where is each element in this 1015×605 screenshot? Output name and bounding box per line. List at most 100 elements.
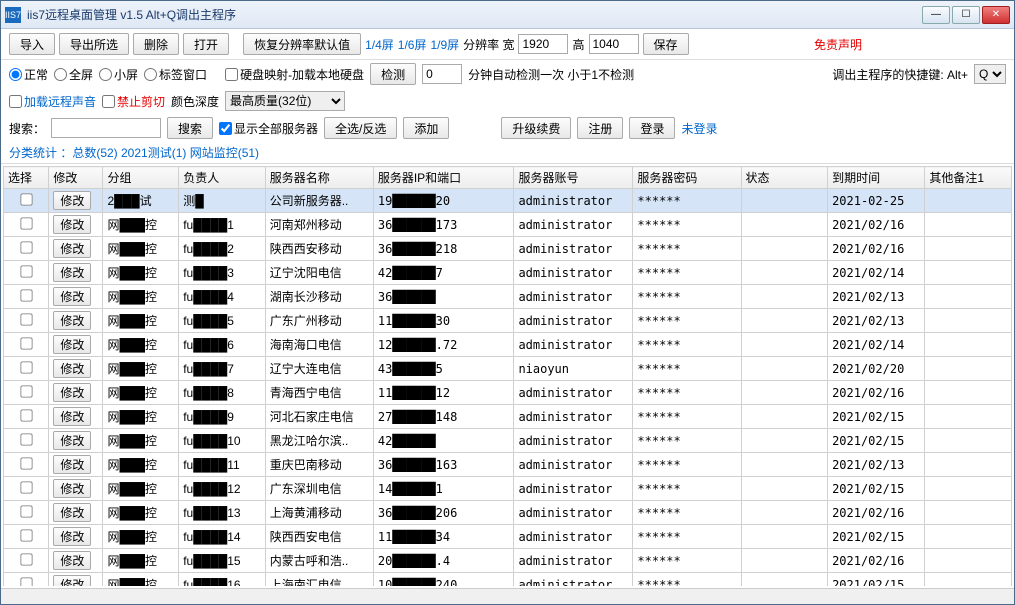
row-select-checkbox[interactable]: [20, 433, 32, 445]
minimize-button[interactable]: —: [922, 6, 950, 24]
modify-button[interactable]: 修改: [53, 287, 91, 306]
table-row[interactable]: 修改2███试测█公司新服务器..19██████20administrator…: [4, 189, 1012, 213]
modify-button[interactable]: 修改: [53, 575, 91, 586]
row-select-checkbox[interactable]: [20, 577, 32, 586]
table-row[interactable]: 修改网███控fu████2陕西西安移动36██████218administr…: [4, 237, 1012, 261]
modify-button[interactable]: 修改: [53, 191, 91, 210]
modify-button[interactable]: 修改: [53, 359, 91, 378]
radio-tabwindow[interactable]: 标签窗口: [144, 66, 207, 83]
detect-button[interactable]: 检测: [370, 63, 416, 85]
save-button[interactable]: 保存: [643, 33, 689, 55]
quarter-screen-link[interactable]: 1/4屏: [365, 36, 394, 53]
table-row[interactable]: 修改网███控fu████6海南海口电信12██████.72administr…: [4, 333, 1012, 357]
radio-small[interactable]: 小屏: [99, 66, 138, 83]
row-select-checkbox[interactable]: [20, 457, 32, 469]
modify-button[interactable]: 修改: [53, 239, 91, 258]
row-select-checkbox[interactable]: [20, 505, 32, 517]
maximize-button[interactable]: ☐: [952, 6, 980, 24]
table-row[interactable]: 修改网███控fu████8青海西宁电信11██████12administra…: [4, 381, 1012, 405]
table-row[interactable]: 修改网███控fu████1河南郑州移动36██████173administr…: [4, 213, 1012, 237]
row-select-checkbox[interactable]: [20, 529, 32, 541]
modify-button[interactable]: 修改: [53, 479, 91, 498]
column-header[interactable]: 负责人: [179, 167, 266, 189]
modify-button[interactable]: 修改: [53, 263, 91, 282]
color-depth-select[interactable]: 最高质量(32位): [225, 91, 345, 111]
modify-button[interactable]: 修改: [53, 215, 91, 234]
modify-button[interactable]: 修改: [53, 455, 91, 474]
table-row[interactable]: 修改网███控fu████14陕西西安电信11██████34administr…: [4, 525, 1012, 549]
login-button[interactable]: 登录: [629, 117, 675, 139]
row-select-checkbox[interactable]: [20, 217, 32, 229]
modify-button[interactable]: 修改: [53, 311, 91, 330]
add-button[interactable]: 添加: [403, 117, 449, 139]
open-button[interactable]: 打开: [183, 33, 229, 55]
row-select-checkbox[interactable]: [20, 265, 32, 277]
modify-button[interactable]: 修改: [53, 503, 91, 522]
modify-button[interactable]: 修改: [53, 407, 91, 426]
checkbox-show-all[interactable]: 显示全部服务器: [219, 120, 318, 137]
row-select-checkbox[interactable]: [20, 193, 32, 205]
table-row[interactable]: 修改网███控fu████16上海南汇电信10██████240administ…: [4, 573, 1012, 587]
column-header[interactable]: 分组: [103, 167, 179, 189]
sixth-screen-link[interactable]: 1/6屏: [398, 36, 427, 53]
search-input[interactable]: [51, 118, 161, 138]
checkbox-no-clipboard[interactable]: 禁止剪切: [102, 93, 165, 110]
row-select-checkbox[interactable]: [20, 553, 32, 565]
row-select-checkbox[interactable]: [20, 289, 32, 301]
table-row[interactable]: 修改网███控fu████10黑龙江哈尔滨..42██████administr…: [4, 429, 1012, 453]
column-header[interactable]: 服务器账号: [514, 167, 633, 189]
ninth-screen-link[interactable]: 1/9屏: [430, 36, 459, 53]
width-input[interactable]: [518, 34, 568, 54]
column-header[interactable]: 服务器IP和端口: [373, 167, 514, 189]
detect-interval-input[interactable]: [422, 64, 462, 84]
column-header[interactable]: 其他备注1: [925, 167, 1012, 189]
table-row[interactable]: 修改网███控fu████4湖南长沙移动36██████administrato…: [4, 285, 1012, 309]
table-row[interactable]: 修改网███控fu████12广东深圳电信14██████1administra…: [4, 477, 1012, 501]
radio-fullscreen[interactable]: 全屏: [54, 66, 93, 83]
column-header[interactable]: 修改: [49, 167, 103, 189]
row-select-checkbox[interactable]: [20, 313, 32, 325]
modify-button[interactable]: 修改: [53, 527, 91, 546]
height-input[interactable]: [589, 34, 639, 54]
checkbox-load-audio[interactable]: 加载远程声音: [9, 93, 96, 110]
column-header[interactable]: 服务器名称: [265, 167, 373, 189]
table-row[interactable]: 修改网███控fu████13上海黄浦移动36██████206administ…: [4, 501, 1012, 525]
checkbox-diskmap[interactable]: 硬盘映射-加载本地硬盘: [225, 66, 364, 83]
table-row[interactable]: 修改网███控fu████15内蒙古呼和浩..20██████.4adminis…: [4, 549, 1012, 573]
modify-button[interactable]: 修改: [53, 551, 91, 570]
row-select-checkbox[interactable]: [20, 337, 32, 349]
register-button[interactable]: 注册: [577, 117, 623, 139]
table-row[interactable]: 修改网███控fu████11重庆巴南移动36██████163administ…: [4, 453, 1012, 477]
close-button[interactable]: ✕: [982, 6, 1010, 24]
row-select-checkbox[interactable]: [20, 385, 32, 397]
modify-button[interactable]: 修改: [53, 383, 91, 402]
table-row[interactable]: 修改网███控fu████5广东广州移动11██████30administra…: [4, 309, 1012, 333]
table-container[interactable]: 选择修改分组负责人服务器名称服务器IP和端口服务器账号服务器密码状态到期时间其他…: [3, 166, 1012, 586]
delete-button[interactable]: 删除: [133, 33, 179, 55]
renew-button[interactable]: 升级续费: [501, 117, 571, 139]
row-select-checkbox[interactable]: [20, 409, 32, 421]
export-selected-button[interactable]: 导出所选: [59, 33, 129, 55]
table-row[interactable]: 修改网███控fu████7辽宁大连电信43██████5niaoyun****…: [4, 357, 1012, 381]
row-select-checkbox[interactable]: [20, 241, 32, 253]
select-all-button[interactable]: 全选/反选: [324, 117, 397, 139]
search-button[interactable]: 搜索: [167, 117, 213, 139]
table-row[interactable]: 修改网███控fu████3辽宁沈阳电信42██████7administrat…: [4, 261, 1012, 285]
horizontal-scrollbar[interactable]: [1, 588, 1014, 604]
column-header[interactable]: 状态: [741, 167, 828, 189]
modify-button[interactable]: 修改: [53, 335, 91, 354]
reset-resolution-button[interactable]: 恢复分辨率默认值: [243, 33, 361, 55]
row-select-checkbox[interactable]: [20, 361, 32, 373]
row-select-checkbox[interactable]: [20, 481, 32, 493]
radio-normal[interactable]: 正常: [9, 66, 48, 83]
import-button[interactable]: 导入: [9, 33, 55, 55]
column-header[interactable]: 到期时间: [828, 167, 925, 189]
hotkey-select[interactable]: Q: [974, 64, 1006, 84]
column-header[interactable]: 服务器密码: [633, 167, 741, 189]
table-row[interactable]: 修改网███控fu████9河北石家庄电信27██████148administ…: [4, 405, 1012, 429]
modify-button[interactable]: 修改: [53, 431, 91, 450]
cell-note: [925, 453, 1012, 477]
cell-group: 网███控: [103, 573, 179, 587]
disclaimer-link[interactable]: 免责声明: [814, 36, 862, 53]
column-header[interactable]: 选择: [4, 167, 49, 189]
